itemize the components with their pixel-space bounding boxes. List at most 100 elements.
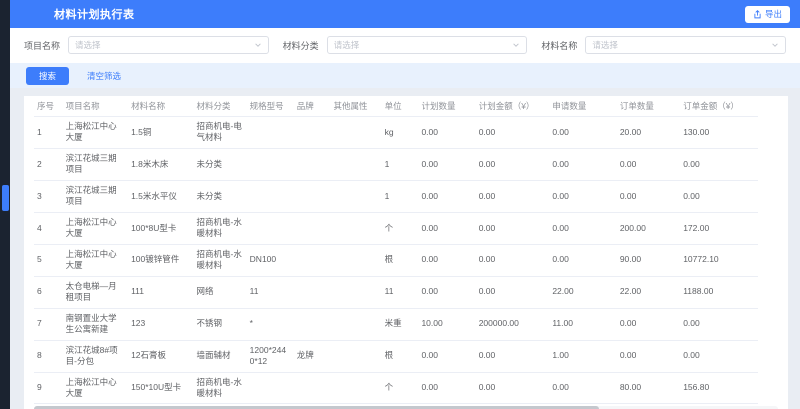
cell-brand xyxy=(294,180,331,212)
cell-spec: 1200*2440*12 xyxy=(247,340,294,372)
cell-other xyxy=(331,276,382,308)
cell-spec: 11 xyxy=(247,276,294,308)
export-button[interactable]: 导出 xyxy=(745,6,790,23)
cell-index: 2 xyxy=(34,148,63,180)
collapsed-sidebar[interactable] xyxy=(0,0,10,409)
chevron-down-icon xyxy=(771,41,779,49)
search-button[interactable]: 搜索 xyxy=(26,67,69,85)
clear-filter-button[interactable]: 清空筛选 xyxy=(87,70,121,82)
cell-index: 1 xyxy=(34,117,63,149)
cell-category: 招商机电-水暖材料 xyxy=(194,212,247,244)
material-plan-table: 序号项目名称材料名称材料分类规格型号品牌其他属性单位计划数量计划金额（¥）申请数… xyxy=(34,96,758,404)
cell-material: 1.8米木床 xyxy=(128,148,193,180)
material-table-card: 序号项目名称材料名称材料分类规格型号品牌其他属性单位计划数量计划金额（¥）申请数… xyxy=(24,96,788,409)
cell-spec xyxy=(247,372,294,404)
cell-material: 123 xyxy=(128,308,193,340)
cell-material: 1.5米水平仪 xyxy=(128,180,193,212)
cell-index: 9 xyxy=(34,372,63,404)
export-icon xyxy=(753,10,762,19)
cell-index: 8 xyxy=(34,340,63,372)
cell-order-qty: 0.00 xyxy=(617,340,680,372)
cell-material: 100*8U型卡 xyxy=(128,212,193,244)
cell-order-qty: 20.00 xyxy=(617,117,680,149)
material-select[interactable]: 请选择 xyxy=(585,36,786,54)
cell-plan-amount: 200000.00 xyxy=(476,308,550,340)
cell-unit: kg xyxy=(382,117,419,149)
cell-material: 12石膏板 xyxy=(128,340,193,372)
cell-brand: 龙牌 xyxy=(294,340,331,372)
cell-material: 111 xyxy=(128,276,193,308)
cell-apply-qty: 0.00 xyxy=(549,148,616,180)
cell-brand xyxy=(294,117,331,149)
cell-material: 100镀锌管件 xyxy=(128,244,193,276)
column-header: 计划数量 xyxy=(418,96,475,117)
cell-other xyxy=(331,180,382,212)
cell-spec xyxy=(247,212,294,244)
cell-index: 3 xyxy=(34,180,63,212)
cell-unit: 根 xyxy=(382,340,419,372)
cell-plan-amount: 0.00 xyxy=(476,148,550,180)
category-select[interactable]: 请选择 xyxy=(327,36,528,54)
filter-material: 材料名称 请选择 xyxy=(541,36,786,54)
column-header: 项目名称 xyxy=(63,96,128,117)
cell-unit: 根 xyxy=(382,244,419,276)
filter-category-label: 材料分类 xyxy=(283,39,319,52)
cell-order-qty: 0.00 xyxy=(617,308,680,340)
cell-project: 上海松江中心大厦 xyxy=(63,117,128,149)
cell-order-amount: 0.00 xyxy=(680,308,758,340)
cell-project: 上海松江中心大厦 xyxy=(63,372,128,404)
cell-unit: 11 xyxy=(382,276,419,308)
cell-plan-qty: 0.00 xyxy=(418,180,475,212)
column-header: 订单金额（¥） xyxy=(680,96,758,117)
cell-category: 未分类 xyxy=(194,180,247,212)
cell-apply-qty: 0.00 xyxy=(549,212,616,244)
cell-category: 招商机电-水暖材料 xyxy=(194,244,247,276)
column-header: 规格型号 xyxy=(247,96,294,117)
cell-category: 未分类 xyxy=(194,148,247,180)
cell-plan-qty: 0.00 xyxy=(418,340,475,372)
cell-order-amount: 10772.10 xyxy=(680,244,758,276)
category-select-placeholder: 请选择 xyxy=(334,39,360,51)
table-row: 3 滨江花城三期项目 1.5米水平仪 未分类 1 0.00 0.00 0.00 … xyxy=(34,180,758,212)
cell-apply-qty: 22.00 xyxy=(549,276,616,308)
cell-index: 4 xyxy=(34,212,63,244)
cell-brand xyxy=(294,212,331,244)
cell-other xyxy=(331,117,382,149)
cell-other xyxy=(331,372,382,404)
table-row: 4 上海松江中心大厦 100*8U型卡 招商机电-水暖材料 个 0.00 0.0… xyxy=(34,212,758,244)
cell-unit: 个 xyxy=(382,372,419,404)
cell-project: 上海松江中心大厦 xyxy=(63,212,128,244)
table-row: 9 上海松江中心大厦 150*10U型卡 招商机电-水暖材料 个 0.00 0.… xyxy=(34,372,758,404)
filter-actions: 搜索 清空筛选 xyxy=(10,63,800,88)
cell-order-amount: 130.00 xyxy=(680,117,758,149)
cell-plan-amount: 0.00 xyxy=(476,340,550,372)
cell-unit: 个 xyxy=(382,212,419,244)
cell-spec xyxy=(247,148,294,180)
column-header: 材料分类 xyxy=(194,96,247,117)
cell-order-amount: 0.00 xyxy=(680,180,758,212)
cell-order-amount: 172.00 xyxy=(680,212,758,244)
cell-plan-qty: 0.00 xyxy=(418,372,475,404)
cell-brand xyxy=(294,244,331,276)
project-select[interactable]: 请选择 xyxy=(68,36,269,54)
filter-bar: 项目名称 请选择 材料分类 请选择 材料名称 请选择 xyxy=(10,28,800,63)
sidebar-expand-handle[interactable] xyxy=(2,185,9,211)
table-row: 2 滨江花城三期项目 1.8米木床 未分类 1 0.00 0.00 0.00 0… xyxy=(34,148,758,180)
column-header: 品牌 xyxy=(294,96,331,117)
chevron-down-icon xyxy=(254,41,262,49)
cell-plan-qty: 10.00 xyxy=(418,308,475,340)
column-header: 订单数量 xyxy=(617,96,680,117)
material-select-placeholder: 请选择 xyxy=(592,39,618,51)
column-header: 申请数量 xyxy=(549,96,616,117)
cell-plan-qty: 0.00 xyxy=(418,117,475,149)
cell-other xyxy=(331,148,382,180)
table-row: 1 上海松江中心大厦 1.5铜 招商机电-电气材料 kg 0.00 0.00 0… xyxy=(34,117,758,149)
cell-project: 滨江花城8#项目-分包 xyxy=(63,340,128,372)
cell-order-qty: 0.00 xyxy=(617,148,680,180)
cell-other xyxy=(331,244,382,276)
cell-spec xyxy=(247,180,294,212)
cell-apply-qty: 11.00 xyxy=(549,308,616,340)
cell-category: 招商机电-电气材料 xyxy=(194,117,247,149)
cell-index: 5 xyxy=(34,244,63,276)
cell-plan-amount: 0.00 xyxy=(476,244,550,276)
